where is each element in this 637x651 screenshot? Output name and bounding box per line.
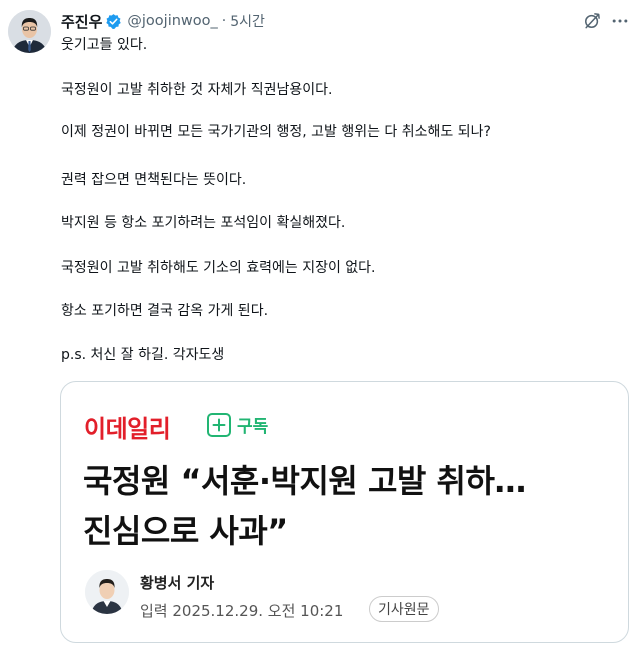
article-headline-line: 국정원 “서훈·박지원 고발 취하… — [83, 462, 526, 500]
subscribe-label: 구독 — [237, 417, 269, 437]
subscribe-button[interactable]: 구독 — [207, 412, 268, 437]
tweet-text-line: 권력 잡으면 면책된다는 뜻이다. — [61, 172, 247, 188]
tweet-text-line: 박지원 등 항소 포기하려는 포석임이 확실해졌다. — [61, 215, 346, 231]
tweet-text-line: 이제 정권이 바뀌면 모든 국가기관의 행정, 고발 행위는 다 취소해도 되나… — [61, 124, 491, 140]
author-handle[interactable]: @joojinwoo_ — [127, 13, 217, 29]
author-display-name[interactable]: 주진우 — [61, 11, 102, 32]
grok-icon[interactable] — [580, 9, 604, 33]
plus-icon — [207, 412, 231, 437]
post-time[interactable]: 5시간 — [230, 11, 265, 31]
author-avatar[interactable] — [8, 10, 51, 53]
reporter-name[interactable]: 황병서 기자 — [140, 572, 214, 593]
publish-timestamp: 입력 2025.12.29. 오전 10:21 — [140, 602, 344, 620]
author-photo — [8, 10, 51, 53]
tweet-text-line: p.s. 처신 잘 하길. 각자도생 — [61, 347, 225, 363]
tweet-text-line: 국정원이 고발 취하해도 기소의 효력에는 지장이 없다. — [61, 260, 376, 276]
publisher-logo: 이데일리 — [84, 415, 171, 443]
article-headline-line: 진심으로 사과” — [83, 512, 288, 550]
news-article-card[interactable]: 이데일리 구독 국정원 “서훈·박지원 고발 취하… 진심으로 사과” 황병서 … — [60, 381, 629, 643]
tweet-text-line: 웃기고들 있다. — [61, 37, 148, 53]
tweet-header: 주진우 @joojinwoo_ · 5시간 — [61, 10, 265, 32]
reporter-avatar — [85, 570, 129, 614]
verified-badge-icon — [105, 13, 122, 30]
separator-dot: · — [221, 13, 227, 29]
tweet-text-line: 항소 포기하면 결국 감옥 가게 된다. — [61, 303, 269, 319]
more-icon[interactable] — [608, 9, 632, 33]
tweet-text-line: 국정원이 고발 취하한 것 자체가 직권남용이다. — [61, 82, 333, 98]
original-article-button[interactable]: 기사원문 — [369, 596, 439, 622]
